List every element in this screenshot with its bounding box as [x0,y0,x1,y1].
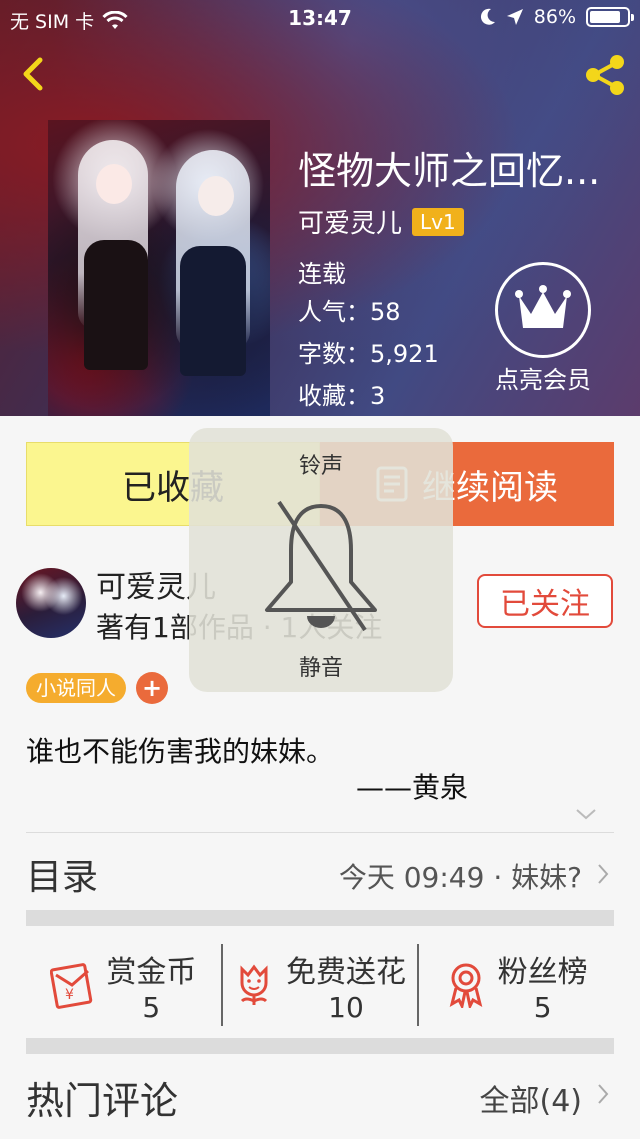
book-author: 可爱灵儿 [298,209,403,239]
all-comments-link[interactable]: 全部(4) [480,1076,583,1120]
moon-icon [480,8,495,25]
battery-percent: 86% [533,6,576,28]
back-button[interactable] [14,54,54,94]
fan-ranking-value: 5 [533,990,552,1024]
description-signature: ——黄泉 [356,771,469,804]
hot-comments-header[interactable]: 热门评论 全部(4) [26,1058,614,1128]
red-envelope-icon: ¥ [50,963,93,1009]
book-author-row[interactable]: 可爱灵儿 Lv1 [298,203,464,240]
vip-label: 点亮会员 [495,366,591,394]
muted-bell-icon [265,500,377,632]
battery-icon [586,7,634,27]
expand-chevron-icon[interactable] [574,806,598,822]
hot-comments-title: 热门评论 [26,1079,179,1123]
vip-button[interactable]: 点亮会员 [488,262,598,395]
book-header: 无 SIM 卡 13:47 86% 怪物大师之回忆... 可爱灵儿 Lv1 连载… [0,0,640,416]
free-flower-button[interactable]: 免费送花 10 [220,944,418,1026]
book-cover[interactable] [48,120,270,416]
avatar[interactable] [16,568,86,638]
hud-title: 铃声 [298,454,343,479]
description-text: 谁也不能伤害我的妹妹。 [26,735,335,768]
level-badge: Lv1 [412,207,464,236]
ringer-hud: 铃声 静音 [189,428,453,692]
tag-item[interactable]: 小说同人 [26,673,126,703]
word-count-stat: 字数：5,921 [298,340,439,368]
tag-list: 小说同人 + [26,672,168,704]
stats-bar: ¥ 赏金币 5 免费送花 10 粉丝榜 5 [26,930,614,1040]
section-separator [26,910,614,926]
divider [26,832,614,833]
free-flower-value: 10 [328,990,364,1024]
fan-ranking-label: 粉丝榜 [497,954,588,990]
section-separator [26,1038,614,1054]
ribbon-medal-icon [449,963,482,1008]
chevron-right-icon [598,1084,609,1104]
chevron-right-icon [598,864,609,884]
share-button[interactable] [582,52,628,98]
serial-status: 连载 [298,260,346,288]
reward-coin-button[interactable]: ¥ 赏金币 5 [26,930,221,1040]
svg-text:¥: ¥ [65,987,74,1003]
latest-chapter: 今天 09:49 · 妹妹? [338,861,582,894]
flower-icon [240,964,268,1005]
fan-ranking-button[interactable]: 粉丝榜 5 [417,944,614,1026]
table-of-contents-row[interactable]: 目录 今天 09:49 · 妹妹? [26,836,614,912]
reward-coin-label: 赏金币 [106,954,197,990]
free-flower-label: 免费送花 [286,954,406,990]
book-title: 怪物大师之回忆... [298,149,601,193]
crown-icon [515,285,571,328]
location-arrow-icon [506,9,523,25]
favorites-stat: 收藏：3 [298,382,386,410]
status-bar: 无 SIM 卡 13:47 86% [0,0,640,36]
hud-status: 静音 [298,656,343,681]
reward-coin-value: 5 [142,990,161,1024]
add-tag-button[interactable]: + [136,672,168,704]
follow-button[interactable]: 已关注 [477,574,613,628]
popularity-stat: 人气：58 [298,298,401,326]
toc-title: 目录 [26,857,99,898]
